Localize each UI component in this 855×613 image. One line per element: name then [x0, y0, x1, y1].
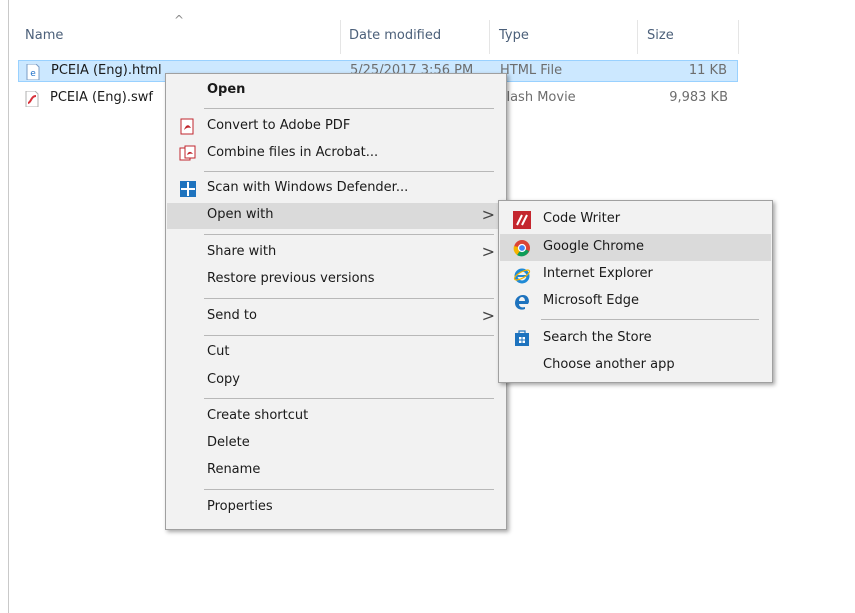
- file-type: Flash Movie: [499, 90, 576, 105]
- file-size: 9,983 KB: [669, 90, 728, 105]
- file-type: HTML File: [500, 63, 563, 78]
- sort-ascending-icon: ^: [174, 13, 185, 27]
- menu-item-label: Create shortcut: [207, 408, 309, 423]
- menu-separator: [204, 335, 494, 336]
- column-header-size[interactable]: Size: [647, 28, 674, 46]
- menu-item-copy[interactable]: Copy: [167, 368, 505, 394]
- menu-item-create-shortcut[interactable]: Create shortcut: [167, 404, 505, 430]
- store-icon: [515, 330, 529, 346]
- submenu-item-label: Choose another app: [543, 357, 675, 372]
- submenu-item-internet-explorer[interactable]: Internet Explorer: [500, 261, 771, 288]
- submenu-item-microsoft-edge[interactable]: Microsoft Edge: [500, 288, 771, 315]
- menu-item-rename[interactable]: Rename: [167, 458, 505, 484]
- chevron-right-icon: >: [481, 205, 495, 224]
- menu-item-label: Combine files in Acrobat...: [207, 145, 379, 160]
- menu-item-properties[interactable]: Properties: [167, 495, 505, 521]
- menu-item-label: Rename: [207, 462, 261, 477]
- menu-separator: [541, 319, 759, 320]
- internet-explorer-icon: [513, 268, 531, 284]
- flash-file-icon: [25, 91, 39, 107]
- menu-item-label: Delete: [207, 435, 250, 450]
- menu-item-cut[interactable]: Cut: [167, 340, 505, 366]
- menu-separator: [204, 234, 494, 235]
- file-size: 11 KB: [688, 63, 727, 78]
- submenu-item-label: Google Chrome: [543, 239, 644, 254]
- menu-item-label: Cut: [207, 344, 230, 359]
- menu-item-label: Open with: [207, 207, 274, 222]
- column-divider[interactable]: [637, 20, 638, 54]
- submenu-item-google-chrome[interactable]: Google Chrome: [500, 234, 771, 261]
- menu-item-delete[interactable]: Delete: [167, 431, 505, 457]
- menu-separator: [204, 171, 494, 172]
- column-divider[interactable]: [340, 20, 341, 54]
- menu-item-open[interactable]: Open: [167, 78, 505, 104]
- menu-item-restore-versions[interactable]: Restore previous versions: [167, 267, 505, 293]
- column-divider[interactable]: [489, 20, 490, 54]
- open-with-submenu: Code Writer Google Chrome Internet Explo…: [498, 200, 773, 383]
- svg-text:e: e: [30, 69, 36, 79]
- menu-item-send-to[interactable]: Send to >: [167, 304, 505, 330]
- submenu-item-choose-app[interactable]: Choose another app: [500, 352, 771, 379]
- menu-separator: [204, 298, 494, 299]
- menu-item-label: Copy: [207, 372, 240, 387]
- submenu-item-label: Code Writer: [543, 211, 621, 226]
- menu-item-scan-defender[interactable]: Scan with Windows Defender...: [167, 176, 505, 202]
- file-name: PCEIA (Eng).swf: [50, 90, 153, 105]
- menu-separator: [204, 489, 494, 490]
- windows-defender-icon: [180, 181, 196, 197]
- menu-item-label: Restore previous versions: [207, 271, 375, 286]
- column-divider[interactable]: [738, 20, 739, 54]
- menu-item-label: Properties: [207, 499, 273, 514]
- menu-separator: [204, 398, 494, 399]
- menu-item-convert-pdf[interactable]: Convert to Adobe PDF: [167, 114, 505, 140]
- html-file-icon: e: [26, 64, 40, 80]
- column-header-type[interactable]: Type: [499, 28, 529, 46]
- submenu-item-label: Microsoft Edge: [543, 293, 640, 308]
- context-menu: Open Convert to Adobe PDF Combine files …: [165, 73, 507, 530]
- chevron-right-icon: >: [481, 306, 495, 325]
- menu-item-share-with[interactable]: Share with >: [167, 240, 505, 266]
- menu-item-combine-acrobat[interactable]: Combine files in Acrobat...: [167, 141, 505, 167]
- menu-item-label: Send to: [207, 308, 257, 323]
- submenu-item-code-writer[interactable]: Code Writer: [500, 206, 771, 233]
- chevron-right-icon: >: [481, 242, 495, 261]
- menu-item-open-with[interactable]: Open with >: [167, 203, 505, 229]
- submenu-item-search-store[interactable]: Search the Store: [500, 325, 771, 352]
- chrome-icon: [513, 240, 530, 257]
- menu-item-label: Share with: [207, 244, 277, 259]
- file-name: PCEIA (Eng).html: [51, 63, 162, 78]
- adobe-pdf-icon: [180, 118, 194, 135]
- column-header-date-modified[interactable]: Date modified: [349, 28, 441, 46]
- menu-item-label: Scan with Windows Defender...: [207, 180, 409, 195]
- edge-icon: [515, 295, 529, 310]
- column-header-name[interactable]: Name: [25, 28, 63, 46]
- menu-item-label: Convert to Adobe PDF: [207, 118, 351, 133]
- code-writer-icon: [513, 211, 531, 229]
- submenu-item-label: Search the Store: [543, 330, 652, 345]
- menu-separator: [204, 108, 494, 109]
- menu-item-label: Open: [207, 82, 246, 97]
- acrobat-combine-icon: [179, 145, 196, 161]
- submenu-item-label: Internet Explorer: [543, 266, 653, 281]
